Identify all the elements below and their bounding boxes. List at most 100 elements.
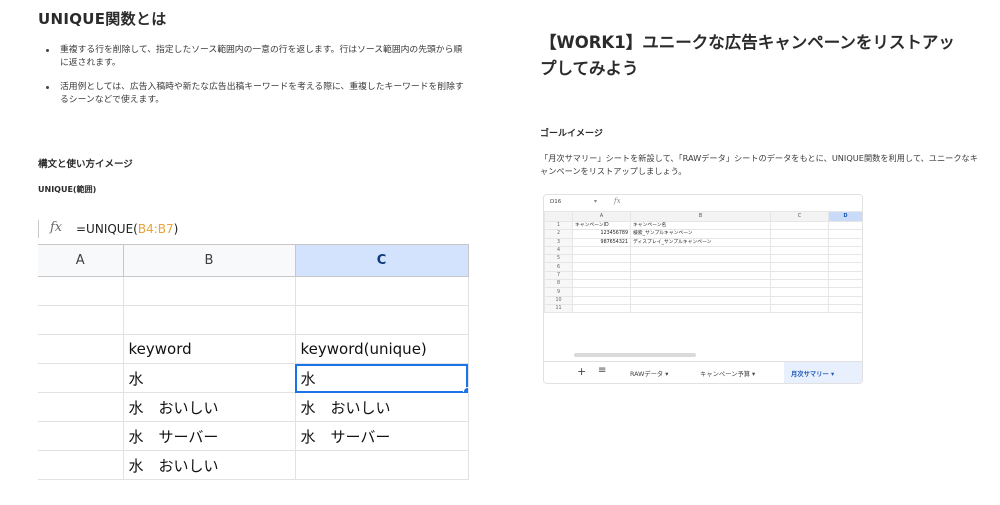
cell[interactable]: 水 サーバー	[122, 421, 296, 451]
cell[interactable]	[38, 450, 124, 480]
cell[interactable]	[572, 303, 631, 314]
cell[interactable]	[294, 276, 469, 306]
cell[interactable]	[572, 245, 631, 256]
list-icon[interactable]: ≡	[598, 365, 606, 376]
table-row: 8	[544, 279, 862, 289]
cell[interactable]	[122, 305, 296, 335]
cell[interactable]	[294, 305, 469, 335]
cell[interactable]: キャンペーン名	[630, 220, 771, 231]
row-number[interactable]: 9	[544, 287, 573, 297]
table-row: 水 サーバー 水 サーバー	[38, 421, 469, 451]
row-number[interactable]: 10	[544, 295, 573, 305]
cell[interactable]	[38, 363, 124, 393]
cell[interactable]	[828, 279, 862, 289]
cell[interactable]	[572, 254, 631, 264]
row-number[interactable]: 7	[544, 270, 573, 281]
row-number[interactable]: 3	[544, 237, 573, 247]
cell[interactable]: 水	[122, 363, 296, 393]
cell[interactable]	[630, 262, 771, 272]
cell[interactable]	[770, 229, 829, 239]
cell[interactable]	[294, 450, 469, 480]
cell[interactable]: 水 おいしい	[122, 450, 296, 480]
cell[interactable]	[770, 287, 829, 297]
cell[interactable]	[828, 229, 862, 239]
row-number[interactable]: 6	[544, 262, 573, 272]
cell[interactable]: 水 おいしい	[122, 392, 296, 422]
cell[interactable]: 123456789	[572, 229, 631, 239]
cell[interactable]	[572, 270, 631, 281]
fill-handle[interactable]	[462, 387, 467, 392]
plus-icon[interactable]: +	[577, 365, 586, 378]
cell[interactable]: 検索_サンプルキャンペーン	[630, 229, 771, 239]
column-header-d[interactable]: D	[828, 211, 862, 222]
row-number[interactable]: 4	[544, 245, 573, 256]
row-number[interactable]: 8	[544, 279, 573, 289]
cell[interactable]: キャンペーンID	[572, 220, 631, 231]
column-header-b[interactable]: B	[630, 211, 771, 222]
formula-bar[interactable]: fx =UNIQUE(B4:B7)	[38, 218, 468, 245]
cell[interactable]	[828, 303, 862, 314]
cell[interactable]	[630, 303, 771, 314]
active-cell[interactable]: 水	[294, 363, 469, 393]
cell[interactable]	[770, 279, 829, 289]
cell[interactable]: 水 サーバー	[294, 421, 469, 451]
name-box[interactable]: D16	[550, 199, 561, 205]
formula-range: B4:B7	[137, 222, 174, 236]
horizontal-scrollbar[interactable]	[574, 353, 696, 357]
cell[interactable]	[770, 303, 829, 314]
column-header-c[interactable]: C	[770, 211, 829, 222]
sheet-tab-raw-data[interactable]: RAWデータ ▾	[630, 369, 668, 378]
cell[interactable]: 水 おいしい	[294, 392, 469, 422]
column-header-a[interactable]: A	[572, 211, 631, 222]
cell[interactable]	[572, 287, 631, 297]
column-header-a[interactable]: A	[38, 244, 124, 277]
row-number[interactable]: 2	[544, 229, 573, 239]
column-header-b[interactable]: B	[122, 244, 296, 277]
cell[interactable]	[828, 220, 862, 231]
row-number[interactable]: 11	[544, 303, 573, 314]
cell[interactable]	[770, 220, 829, 231]
cell[interactable]	[828, 270, 862, 281]
cell[interactable]: ディスプレイ_サンプルキャンペーン	[630, 237, 771, 247]
cell[interactable]	[38, 421, 124, 451]
cell[interactable]	[38, 334, 124, 364]
cell[interactable]	[770, 245, 829, 256]
row-number[interactable]: 1	[544, 220, 573, 231]
cell[interactable]	[828, 245, 862, 256]
cell[interactable]	[828, 237, 862, 247]
chevron-down-icon[interactable]: ▾	[594, 198, 597, 205]
cell[interactable]	[828, 254, 862, 264]
cell[interactable]	[38, 392, 124, 422]
cell[interactable]	[770, 295, 829, 305]
column-header-c[interactable]: C	[294, 244, 469, 277]
cell[interactable]	[770, 262, 829, 272]
syntax-label: UNIQUE(範囲)	[38, 185, 97, 194]
sheet-tab-monthly-summary[interactable]: 月次サマリー ▾	[791, 369, 834, 378]
row-number[interactable]: 5	[544, 254, 573, 264]
cell[interactable]	[770, 237, 829, 247]
table-row: keyword keyword(unique)	[38, 334, 469, 364]
sheet-tab-campaign-budget[interactable]: キャンペーン予算 ▾	[700, 369, 755, 378]
cell[interactable]	[828, 287, 862, 297]
cell[interactable]	[630, 245, 771, 256]
cell[interactable]	[572, 279, 631, 289]
cell[interactable]	[630, 279, 771, 289]
cell[interactable]	[572, 262, 631, 272]
cell[interactable]	[630, 287, 771, 297]
cell[interactable]	[122, 276, 296, 306]
cell[interactable]	[630, 254, 771, 264]
cell[interactable]: keyword	[122, 334, 296, 364]
cell[interactable]	[630, 295, 771, 305]
cell[interactable]	[828, 295, 862, 305]
cell[interactable]	[38, 305, 124, 335]
cell[interactable]	[770, 254, 829, 264]
cell[interactable]	[770, 270, 829, 281]
cell[interactable]: 987654321	[572, 237, 631, 247]
cell[interactable]	[572, 295, 631, 305]
cell[interactable]	[38, 276, 124, 306]
cell[interactable]: keyword(unique)	[294, 334, 469, 364]
cell[interactable]	[828, 262, 862, 272]
formula-text[interactable]: =UNIQUE(B4:B7)	[76, 222, 178, 236]
divider	[38, 220, 39, 238]
cell[interactable]	[630, 270, 771, 281]
